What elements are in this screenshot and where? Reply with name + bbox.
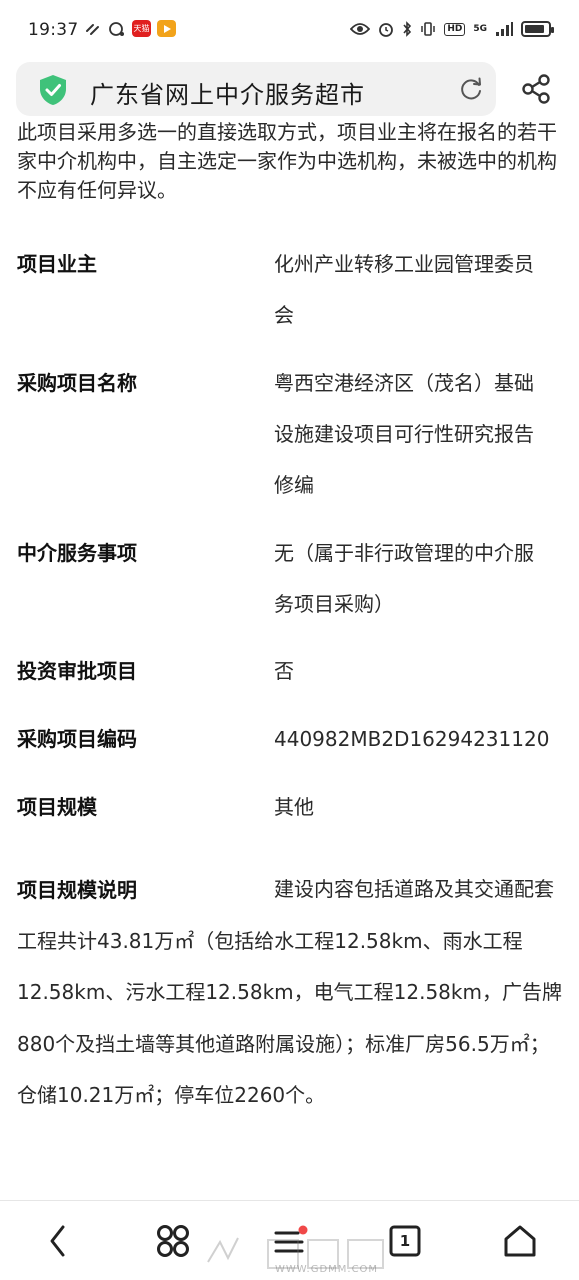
intro-paragraph: 此项目采用多选一的直接选取方式，项目业主将在报名的若干家中介机构中，自主选定一家… xyxy=(17,120,557,202)
signal-icon xyxy=(496,22,513,36)
field-label-owner: 项目业主 xyxy=(17,252,97,276)
page-content[interactable]: 此项目采用多选一的直接选取方式，项目业主将在报名的若干家中介机构中，自主选定一家… xyxy=(0,118,579,1200)
apps-button[interactable] xyxy=(153,1221,193,1261)
chat-bubble-icon xyxy=(109,21,124,36)
field-label-investment-approval: 投资审批项目 xyxy=(17,659,137,683)
home-button[interactable] xyxy=(500,1221,540,1261)
field-value-investment-approval: 否 xyxy=(274,659,294,683)
tab-count: 1 xyxy=(399,1232,411,1250)
status-notification-icons: 天猫 xyxy=(84,20,176,37)
field-value-scale-description: 建设内容包括道路及其交通配套工程共计43.81万㎡（包括给水工程12.58km、… xyxy=(17,877,562,1107)
field-value-project-name: 粤西空港经济区（茂名）基础设施建设项目可行性研究报告修编 xyxy=(274,371,534,497)
field-label-service-item: 中介服务事项 xyxy=(17,541,137,565)
vibrate-icon xyxy=(421,22,436,36)
bluetooth-icon xyxy=(403,21,412,37)
field-value-owner: 化州产业转移工业园管理委员会 xyxy=(274,252,534,327)
field-value-service-item: 无（属于非行政管理的中介服务项目采购） xyxy=(274,541,534,616)
video-app-icon xyxy=(157,20,176,37)
field-value-project-scale: 其他 xyxy=(274,795,314,819)
address-bar[interactable]: 广东省网上中介服务超市 xyxy=(16,62,496,116)
alarm-icon xyxy=(379,23,394,37)
share-icon[interactable] xyxy=(519,72,553,106)
chevron-left-icon xyxy=(50,1225,65,1257)
hd-badge: HD xyxy=(444,22,466,36)
battery-icon xyxy=(521,21,554,37)
link-icon xyxy=(86,23,99,35)
eye-icon xyxy=(350,23,371,35)
status-time: 19:37 xyxy=(28,20,79,40)
status-system-icons: HD 5G xyxy=(350,21,554,37)
clover-apps-icon xyxy=(157,1225,189,1257)
back-button[interactable] xyxy=(38,1221,78,1261)
field-label-project-name: 采购项目名称 xyxy=(17,371,137,395)
network-type: 5G xyxy=(473,23,487,34)
field-label-project-scale: 项目规模 xyxy=(17,795,97,819)
status-bar: 19:37 天猫 HD 5G xyxy=(0,0,579,58)
field-label-project-code: 采购项目编码 xyxy=(17,727,137,751)
home-icon xyxy=(504,1225,536,1257)
field-value-project-code: 440982MB2D16294231120 xyxy=(274,727,550,751)
watermark-url: WWW.GDMM.COM xyxy=(275,1264,379,1275)
battery-fill xyxy=(525,25,544,33)
shield-check-icon[interactable] xyxy=(38,74,68,106)
reload-icon[interactable] xyxy=(458,76,484,102)
page-title[interactable]: 广东省网上中介服务超市 xyxy=(90,75,365,110)
tmall-app-icon: 天猫 xyxy=(132,20,151,37)
